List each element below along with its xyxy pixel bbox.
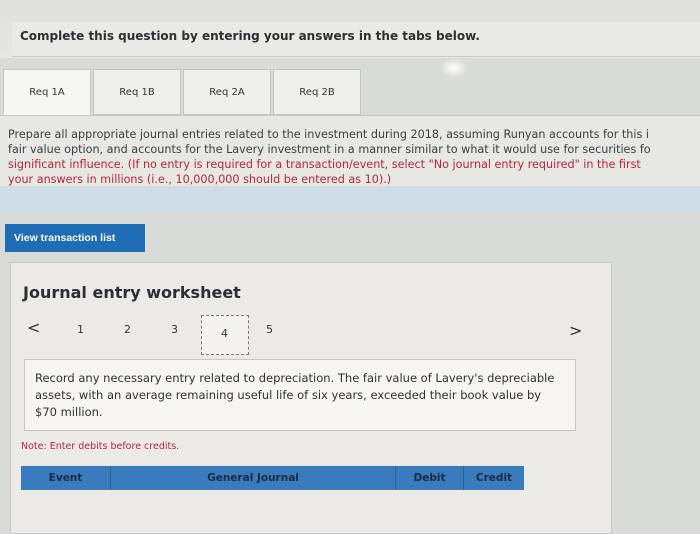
debit-credit-note: Note: Enter debits before credits. xyxy=(21,441,180,452)
journal-entry-worksheet: Journal entry worksheet < 1 2 3 4 5 > Re… xyxy=(10,262,612,534)
question-line-1: Prepare all appropriate journal entries … xyxy=(8,128,650,141)
next-page-icon[interactable]: > xyxy=(569,321,582,340)
worksheet-title: Journal entry worksheet xyxy=(23,283,241,302)
column-general-journal: General Journal xyxy=(111,466,396,490)
tab-req-1b[interactable]: Req 1B xyxy=(93,69,181,115)
column-credit: Credit xyxy=(475,472,513,484)
entry-description-box: Record any necessary entry related to de… xyxy=(24,359,576,431)
tab-req-2b[interactable]: Req 2B xyxy=(273,69,361,115)
instruction-text: Complete this question by entering your … xyxy=(20,29,480,43)
journal-table-header: Event General Journal Debit Credit xyxy=(21,466,524,490)
column-debit: Debit xyxy=(396,466,464,490)
question-line-3: significant influence. (If no entry is r… xyxy=(8,158,641,171)
prev-page-icon[interactable]: < xyxy=(27,318,40,337)
page-4-active[interactable]: 4 xyxy=(201,315,249,355)
screen-glare xyxy=(440,58,468,78)
view-transaction-list-button[interactable]: View transaction list xyxy=(5,224,145,252)
question-line-2: fair value option, and accounts for the … xyxy=(8,143,651,156)
tab-req-2a[interactable]: Req 2A xyxy=(183,69,271,115)
question-line-4: your answers in millions (i.e., 10,000,0… xyxy=(8,173,392,186)
column-event: Event xyxy=(21,466,111,490)
page-1[interactable]: 1 xyxy=(77,323,84,336)
page-2[interactable]: 2 xyxy=(124,323,131,336)
question-footer-band xyxy=(0,186,700,212)
page-5[interactable]: 5 xyxy=(266,323,273,336)
question-text: Prepare all appropriate journal entries … xyxy=(8,127,700,187)
instruction-bar: Complete this question by entering your … xyxy=(12,22,700,57)
tab-req-1a[interactable]: Req 1A xyxy=(3,69,91,115)
page-3[interactable]: 3 xyxy=(171,323,178,336)
entry-description: Record any necessary entry related to de… xyxy=(35,371,555,419)
requirement-tabs: Req 1A Req 1B Req 2A Req 2B xyxy=(3,69,363,115)
page-4-label: 4 xyxy=(221,327,228,340)
